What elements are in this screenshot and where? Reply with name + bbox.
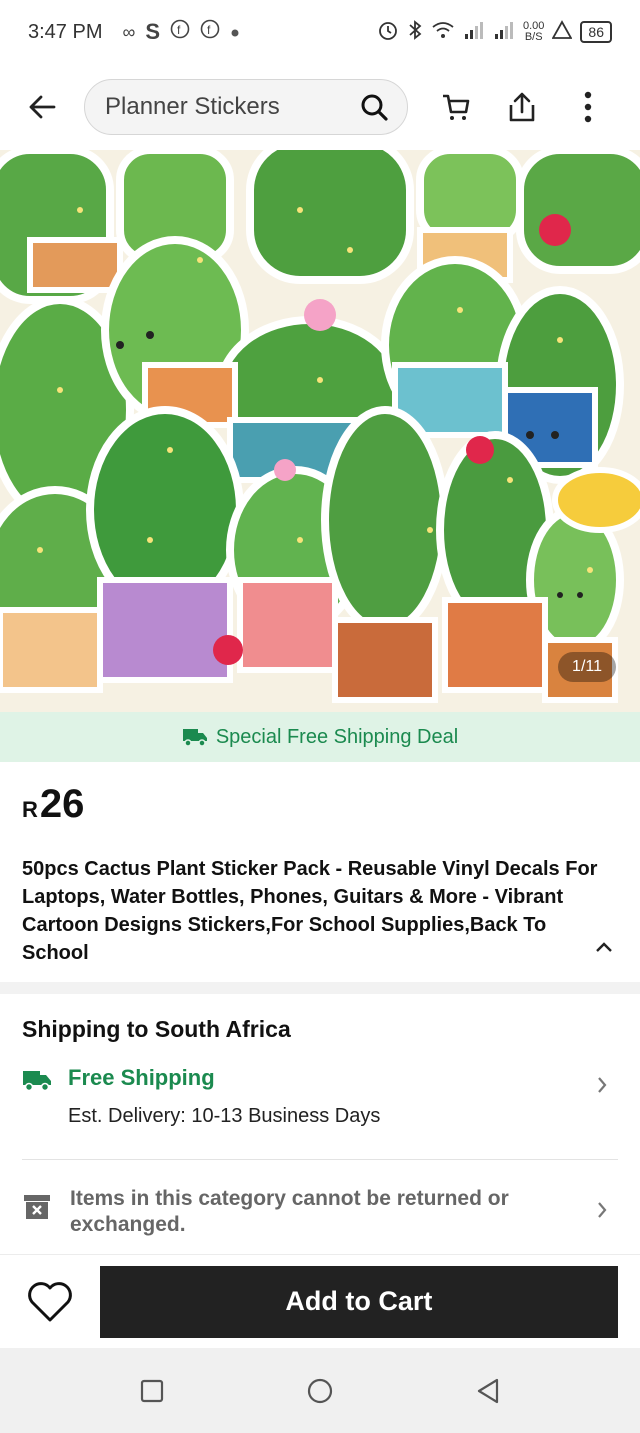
net-speed-unit: B/S (524, 31, 543, 43)
bottom-action-bar: Add to Cart (0, 1254, 640, 1348)
heart-icon (28, 1281, 72, 1321)
circle-icon (307, 1378, 333, 1403)
back-button[interactable] (18, 83, 66, 131)
alert-icon (551, 19, 573, 45)
svg-text:f: f (177, 23, 181, 37)
signal-icon (493, 20, 515, 45)
title-row: 50pcs Cactus Plant Sticker Pack - Reusab… (22, 855, 618, 967)
shipping-heading: Shipping to South Africa (22, 1016, 291, 1042)
back-system-button[interactable] (468, 1371, 508, 1411)
product-title: 50pcs Cactus Plant Sticker Pack - Reusab… (22, 858, 598, 964)
add-to-cart-button[interactable]: Add to Cart (99, 1265, 618, 1338)
return-policy-text: Items in this category cannot be returne… (70, 1187, 509, 1236)
chevron-right-icon (592, 1198, 612, 1222)
section-divider (0, 982, 640, 994)
arrow-left-icon (29, 95, 56, 119)
price: R 26 (22, 782, 618, 827)
price-currency: R (22, 797, 38, 822)
cart-icon (443, 94, 470, 120)
price-title-section: R 26 50pcs Cactus Plant Sticker Pack - R… (0, 762, 640, 982)
status-right: 0.00 B/S 86 (377, 19, 612, 46)
s-icon: S (145, 19, 161, 44)
more-vertical-icon (584, 91, 592, 123)
battery-level: 86 (580, 21, 612, 43)
free-shipping-banner: Special Free Shipping Deal (0, 712, 640, 762)
return-policy-row[interactable]: Items in this category cannot be returne… (22, 1160, 618, 1254)
collapse-title-button[interactable] (590, 935, 618, 959)
no-return-icon (22, 1192, 52, 1227)
truck-icon (182, 729, 207, 747)
search-input[interactable]: Planner Stickers (84, 79, 408, 135)
status-notification-icons: ∞ S f f (122, 19, 240, 45)
price-value: 26 (39, 782, 85, 826)
recent-apps-button[interactable] (132, 1371, 172, 1411)
infinity-icon: ∞ (122, 21, 136, 42)
system-nav-bar (0, 1348, 640, 1433)
free-shipping-label: Free Shipping (68, 1065, 215, 1090)
dot-icon (230, 21, 240, 44)
home-button[interactable] (300, 1371, 340, 1411)
cactus-sticker-image (0, 150, 640, 712)
status-left: 3:47 PM ∞ S f f (28, 19, 240, 45)
signal-icon (463, 20, 485, 45)
chevron-up-icon (596, 942, 612, 952)
net-speed: 0.00 B/S (523, 21, 544, 43)
share-button[interactable] (498, 83, 546, 131)
search-icon[interactable] (359, 92, 389, 122)
alarm-icon (377, 19, 399, 46)
free-shipping-row[interactable]: Free Shipping Est. Delivery: 10-13 Busin… (22, 1065, 618, 1151)
shipping-section: Shipping to South Africa Free Shipping E… (0, 994, 640, 1256)
top-nav: Planner Stickers (0, 64, 640, 150)
wishlist-button[interactable] (22, 1274, 78, 1330)
facebook-icon: f (200, 19, 220, 45)
wifi-icon (431, 20, 455, 45)
facebook-icon: f (170, 19, 190, 45)
delivery-estimate: Est. Delivery: 10-13 Business Days (68, 1105, 381, 1127)
chevron-right-icon (592, 1073, 612, 1097)
image-counter: 1/11 (558, 652, 616, 682)
search-query: Planner Stickers (105, 93, 280, 120)
bluetooth-icon (407, 19, 423, 46)
status-time: 3:47 PM (28, 20, 103, 43)
truck-icon (22, 1067, 52, 1098)
svg-text:f: f (207, 23, 211, 37)
square-icon (140, 1379, 164, 1402)
cart-button[interactable] (432, 83, 480, 131)
status-bar: 3:47 PM ∞ S f f 0.00 B/S 86 (0, 0, 640, 64)
share-icon (509, 92, 535, 122)
banner-text: Special Free Shipping Deal (215, 725, 459, 748)
product-image-carousel[interactable]: 1/11 (0, 150, 640, 712)
triangle-back-icon (477, 1378, 499, 1403)
more-options-button[interactable] (564, 83, 612, 131)
